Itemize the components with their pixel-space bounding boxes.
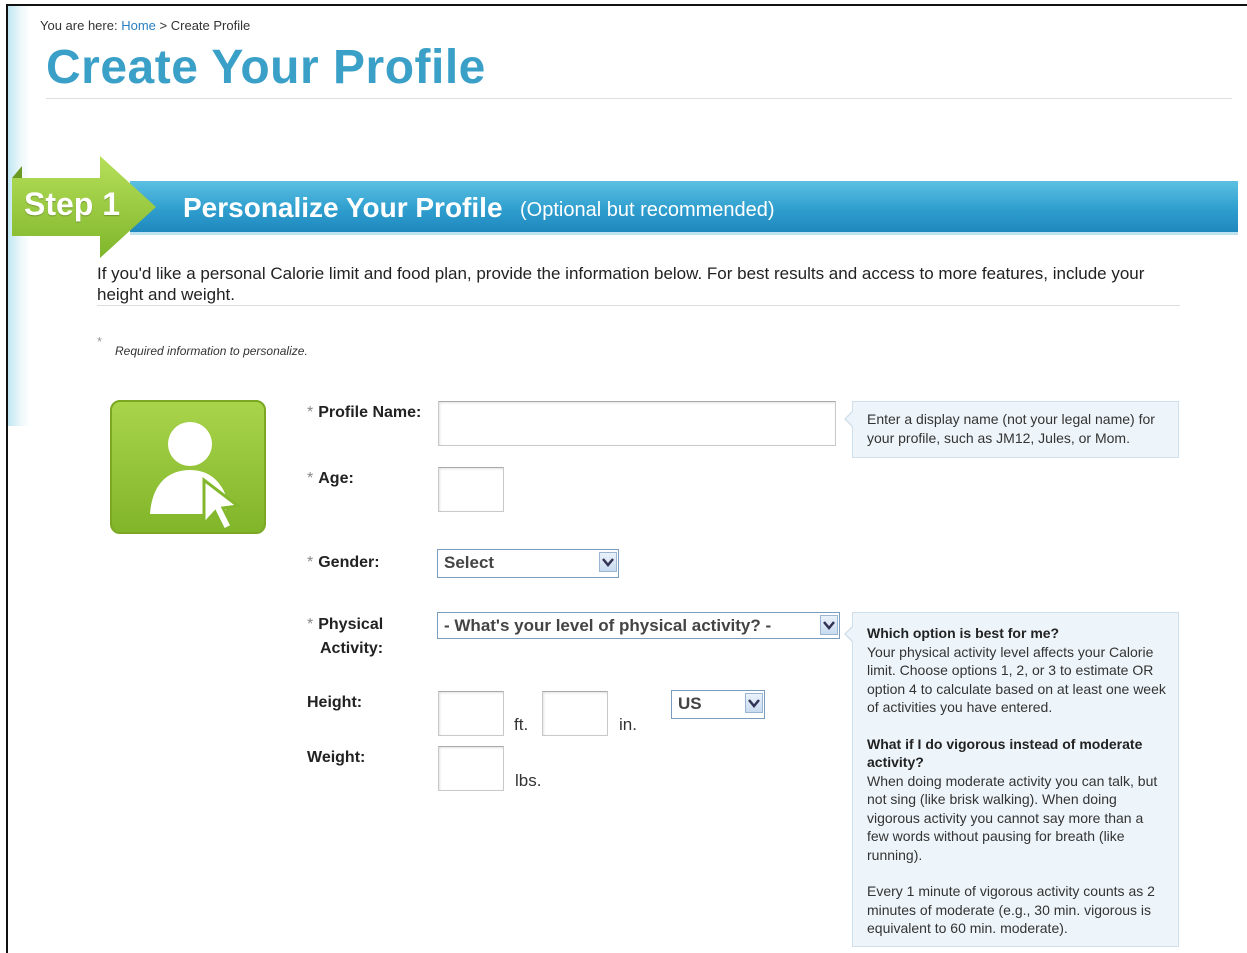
weight-label: Weight: (307, 749, 366, 766)
help-pointer (844, 410, 854, 428)
help-answer-3: Every 1 minute of vigorous activity coun… (867, 883, 1155, 936)
profile-name-label: * Profile Name: (307, 404, 422, 421)
step-number: Step 1 (24, 186, 121, 222)
profile-name-help: Enter a display name (not your legal nam… (844, 401, 1179, 458)
avatar (110, 400, 266, 534)
feet-unit: ft. (514, 715, 529, 734)
unit-system-select[interactable]: US (671, 690, 765, 719)
gender-label: * Gender: (307, 554, 380, 571)
activity-label: * Physical (307, 616, 384, 633)
profile-name-input[interactable] (438, 401, 836, 446)
breadcrumb-prefix: You are here: (40, 18, 118, 33)
help-answer-1: Your physical activity level affects you… (867, 643, 1166, 716)
age-input[interactable] (438, 467, 504, 512)
activity-label-line2: Activity: (320, 640, 384, 657)
chevron-down-icon[interactable] (599, 552, 617, 572)
title-divider (46, 98, 1232, 99)
breadcrumb-home-link[interactable]: Home (121, 18, 156, 33)
step-note: (Optional but recommended) (520, 199, 775, 221)
weight-unit: lbs. (515, 771, 542, 790)
height-inches-input[interactable] (542, 691, 608, 736)
chevron-down-icon[interactable] (745, 693, 763, 713)
required-star: * (97, 334, 103, 349)
breadcrumb: You are here: Home > Create Profile (40, 18, 250, 33)
help-question-2: What if I do vigorous instead of moderat… (867, 735, 1143, 771)
user-select-icon (150, 422, 242, 533)
intro-text: If you'd like a personal Calorie limit a… (97, 264, 1145, 304)
age-label: * Age: (307, 470, 354, 487)
help-answer-2: When doing moderate activity you can tal… (867, 772, 1158, 863)
weight-input[interactable] (438, 746, 504, 791)
activity-select[interactable]: - What's your level of physical activity… (437, 612, 840, 639)
breadcrumb-separator: > (159, 18, 168, 33)
gender-select[interactable]: Select (437, 549, 619, 578)
window-border-top (6, 4, 1247, 6)
help-pointer (844, 625, 854, 643)
step-heading: Personalize Your Profile (183, 192, 503, 223)
inches-unit: in. (619, 715, 637, 734)
breadcrumb-current: Create Profile (170, 18, 251, 33)
activity-help: Which option is best for me? Your physic… (844, 612, 1179, 947)
height-feet-input[interactable] (438, 691, 504, 736)
chevron-down-icon[interactable] (820, 615, 838, 635)
height-label: Height: (307, 694, 363, 711)
help-question-1: Which option is best for me? (867, 625, 1060, 641)
page-title: Create Your Profile (46, 41, 486, 94)
intro-divider (97, 305, 1180, 306)
required-note: Required information to personalize. (115, 344, 308, 358)
